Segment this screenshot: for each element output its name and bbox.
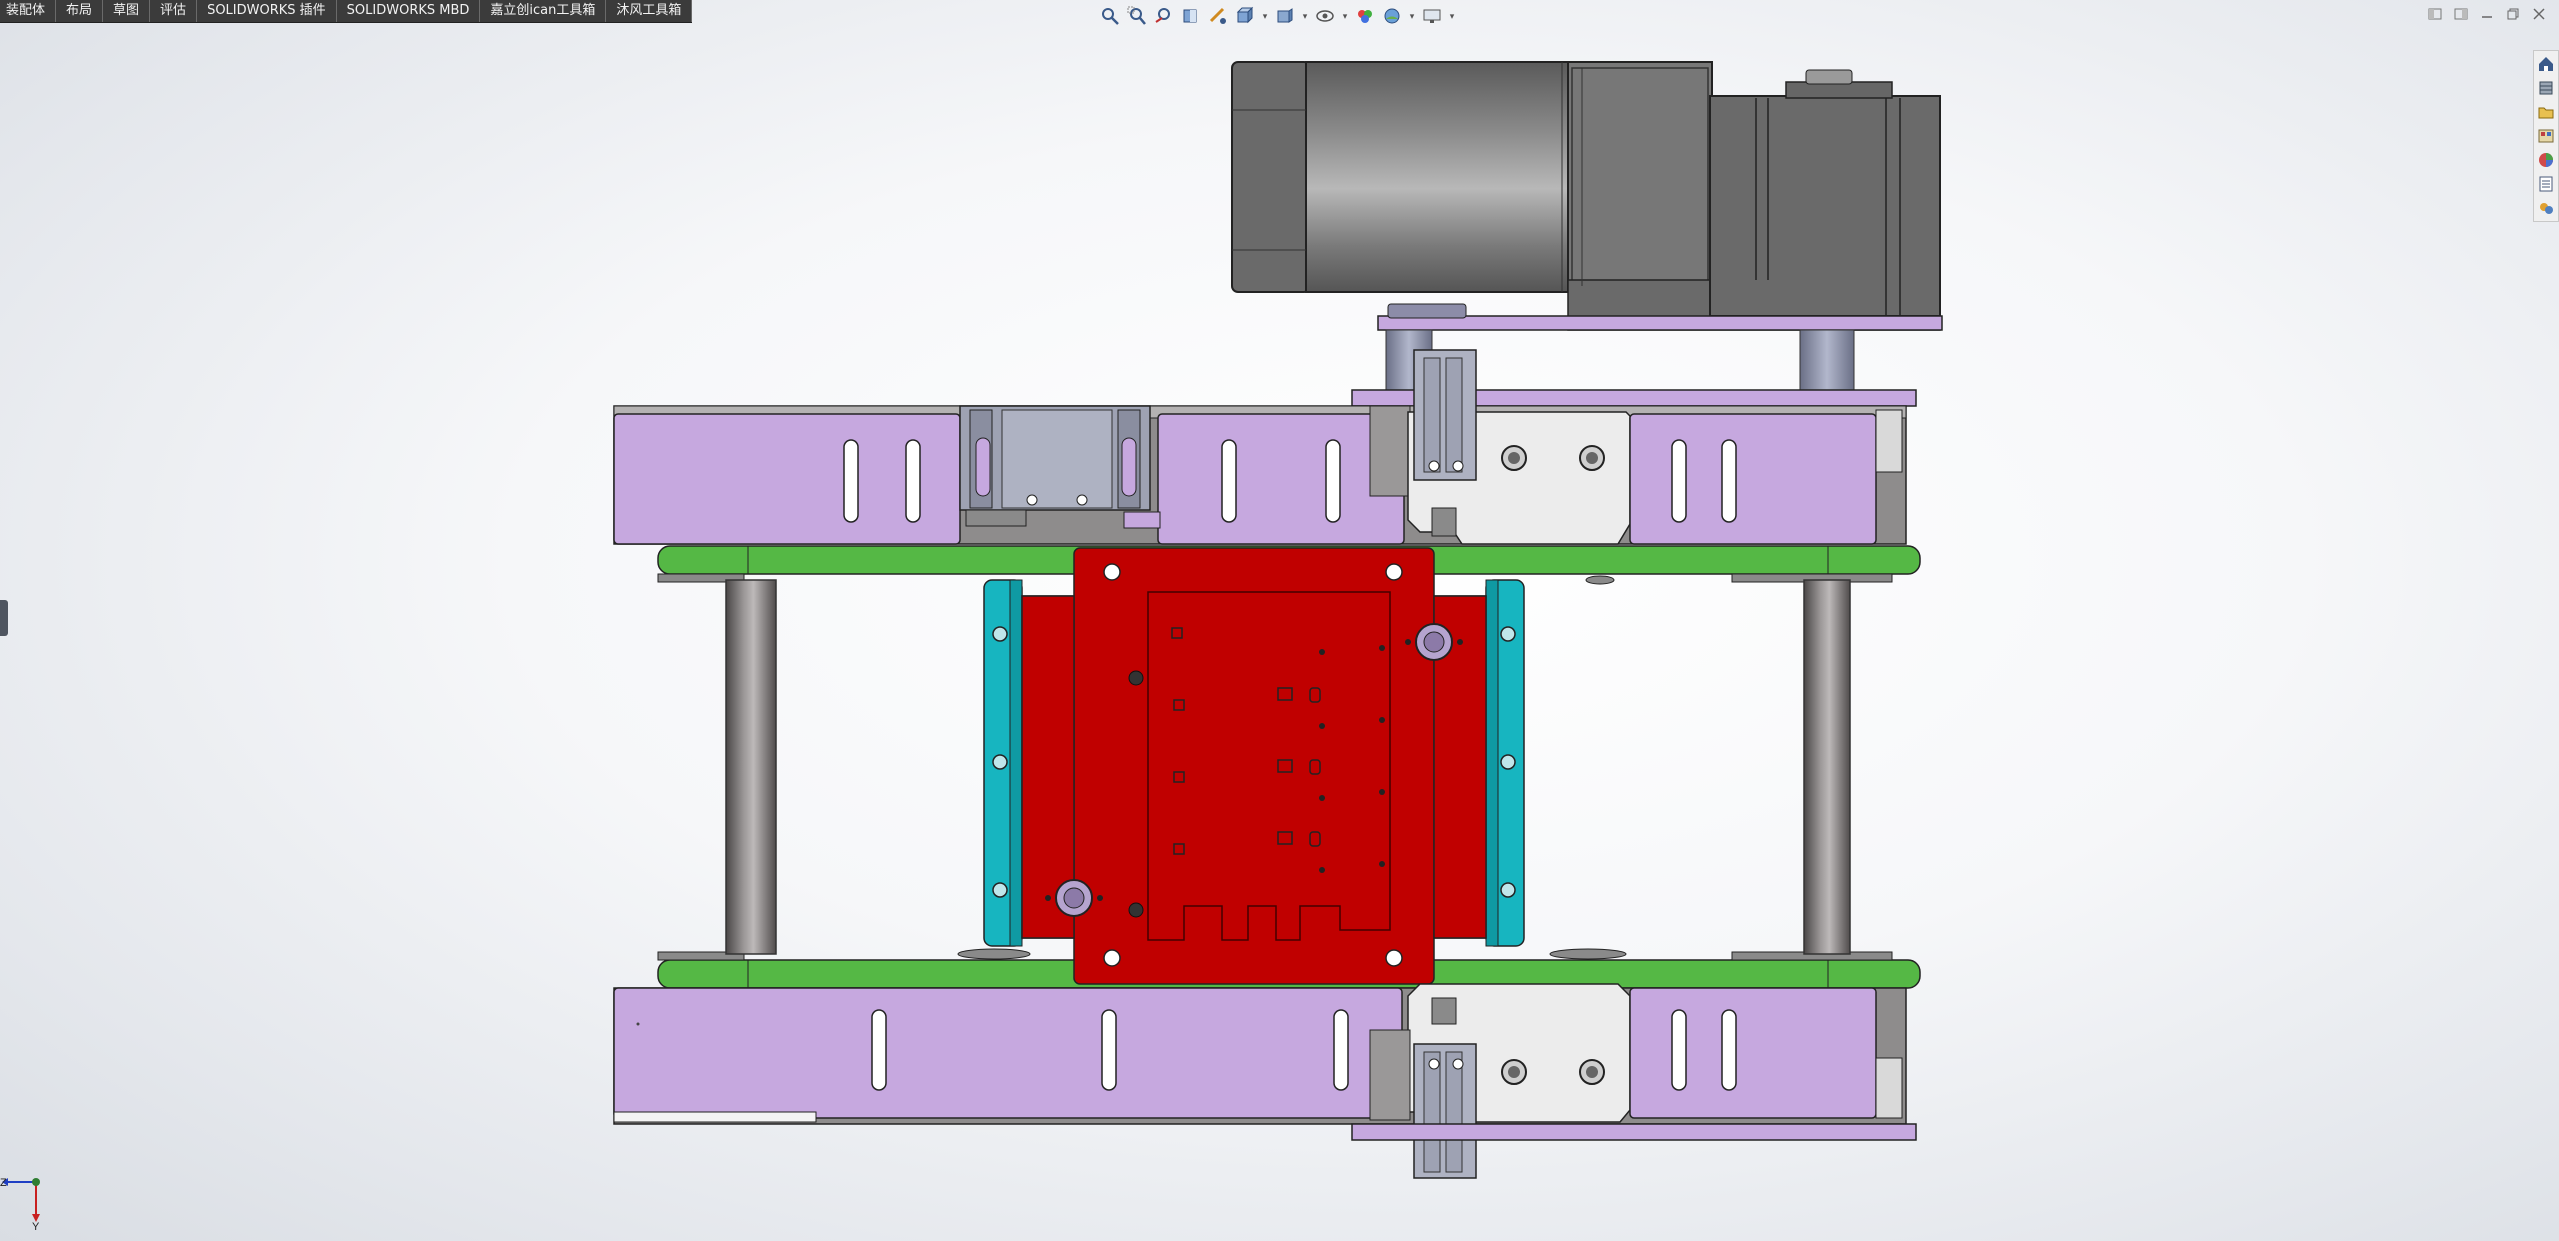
graphics-area[interactable] <box>0 0 2559 1241</box>
cyan-side-strip-right[interactable] <box>1485 579 1525 947</box>
axis-z-label: Z <box>0 1177 7 1189</box>
axis-y-label: Y <box>32 1221 40 1230</box>
coordinate-triad: Z Y <box>0 1177 40 1230</box>
red-fixture-plate[interactable] <box>1021 547 1487 985</box>
cyan-side-strip-left[interactable] <box>983 579 1023 947</box>
top-carriage[interactable] <box>613 349 1907 545</box>
motor-assembly[interactable] <box>1231 61 1941 331</box>
guide-shaft-left[interactable] <box>725 579 777 955</box>
bottom-carriage[interactable] <box>613 983 1917 1179</box>
guide-shaft-right[interactable] <box>1803 579 1851 955</box>
drive-shaft[interactable] <box>1799 329 1855 397</box>
